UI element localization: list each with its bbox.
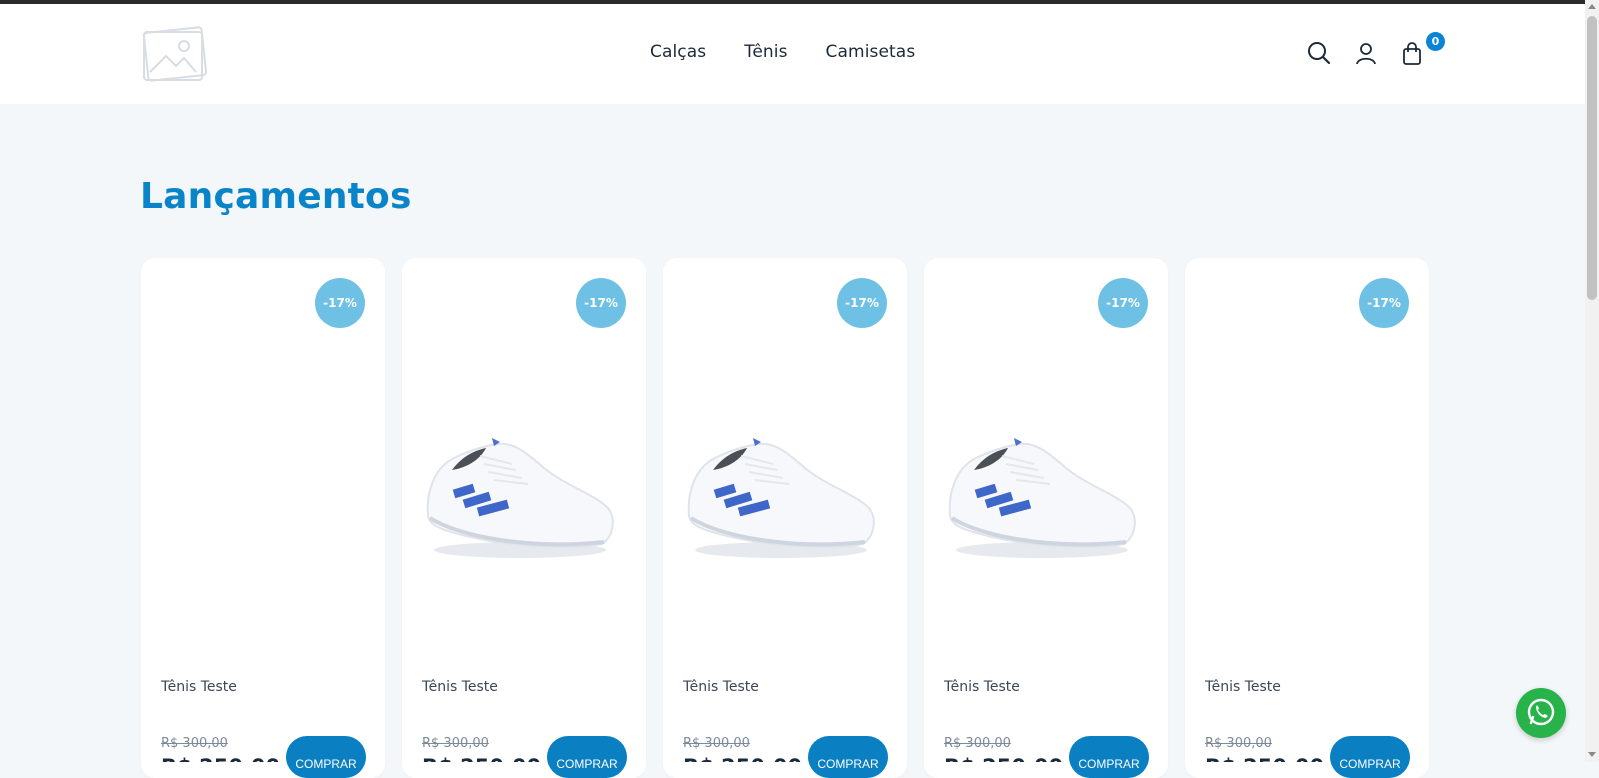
- buy-button[interactable]: COMPRAR: [1069, 736, 1149, 778]
- whatsapp-icon[interactable]: [1516, 688, 1566, 738]
- discount-badge: -17%: [837, 278, 887, 328]
- product-name[interactable]: Tênis Teste: [1205, 679, 1281, 695]
- main-nav: Calças Tênis Camisetas: [650, 42, 915, 62]
- sneaker-image[interactable]: [679, 408, 879, 568]
- section-title: Lançamentos: [140, 176, 412, 217]
- product-card[interactable]: -17% Tênis Teste R$ 300,00 R$ 250,00 COM…: [1185, 258, 1429, 778]
- old-price: R$ 300,00: [683, 736, 750, 751]
- new-price: R$ 250,00: [161, 754, 280, 762]
- old-price: R$ 300,00: [161, 736, 228, 751]
- buy-button[interactable]: COMPRAR: [808, 736, 888, 778]
- vertical-scrollbar[interactable]: [1585, 0, 1599, 762]
- scroll-down-arrow-icon[interactable]: [1588, 752, 1596, 757]
- new-price: R$ 250,00: [1205, 754, 1324, 762]
- product-card[interactable]: -17% Tênis Teste R$ 300,00 R$ 250,00: [924, 258, 1168, 778]
- shopping-bag-icon[interactable]: [1399, 40, 1425, 66]
- buy-button[interactable]: COMPRAR: [286, 736, 366, 778]
- sneaker-image[interactable]: [418, 408, 618, 568]
- product-name[interactable]: Tênis Teste: [944, 679, 1020, 695]
- cart-count-badge: 0: [1426, 32, 1445, 51]
- discount-badge: -17%: [1359, 278, 1409, 328]
- old-price: R$ 300,00: [1205, 736, 1272, 751]
- nav-item-calcas[interactable]: Calças: [650, 42, 706, 62]
- product-name[interactable]: Tênis Teste: [422, 679, 498, 695]
- new-price: R$ 250,00: [944, 754, 1063, 762]
- old-price: R$ 300,00: [422, 736, 489, 751]
- sneaker-image[interactable]: [940, 408, 1140, 568]
- nav-item-camisetas[interactable]: Camisetas: [826, 42, 916, 62]
- user-icon[interactable]: [1353, 40, 1379, 66]
- search-icon[interactable]: [1306, 40, 1332, 66]
- product-card[interactable]: -17% Tênis Teste R$ 300,00 R$ 250,00 COM…: [141, 258, 385, 778]
- new-price: R$ 250,00: [683, 754, 802, 762]
- old-price: R$ 300,00: [944, 736, 1011, 751]
- product-card[interactable]: -17% Tênis Teste R$ 300,00 R$ 250,00: [663, 258, 907, 778]
- discount-badge: -17%: [576, 278, 626, 328]
- discount-badge: -17%: [315, 278, 365, 328]
- buy-button[interactable]: COMPRAR: [547, 736, 627, 778]
- new-price: R$ 250,00: [422, 754, 541, 762]
- product-name[interactable]: Tênis Teste: [683, 679, 759, 695]
- nav-item-tenis[interactable]: Tênis: [744, 42, 787, 62]
- logo-placeholder-icon[interactable]: [140, 22, 210, 86]
- product-name[interactable]: Tênis Teste: [161, 679, 237, 695]
- product-card[interactable]: -17% Tênis Teste R$ 300,00 R$ 250,00: [402, 258, 646, 778]
- site-header: Calças Tênis Camisetas 0: [0, 4, 1585, 104]
- product-grid: -17% Tênis Teste R$ 300,00 R$ 250,00 COM…: [141, 258, 1431, 778]
- buy-button[interactable]: COMPRAR: [1330, 736, 1410, 778]
- scroll-up-arrow-icon[interactable]: [1588, 4, 1596, 9]
- discount-badge: -17%: [1098, 278, 1148, 328]
- scroll-thumb[interactable]: [1587, 16, 1597, 300]
